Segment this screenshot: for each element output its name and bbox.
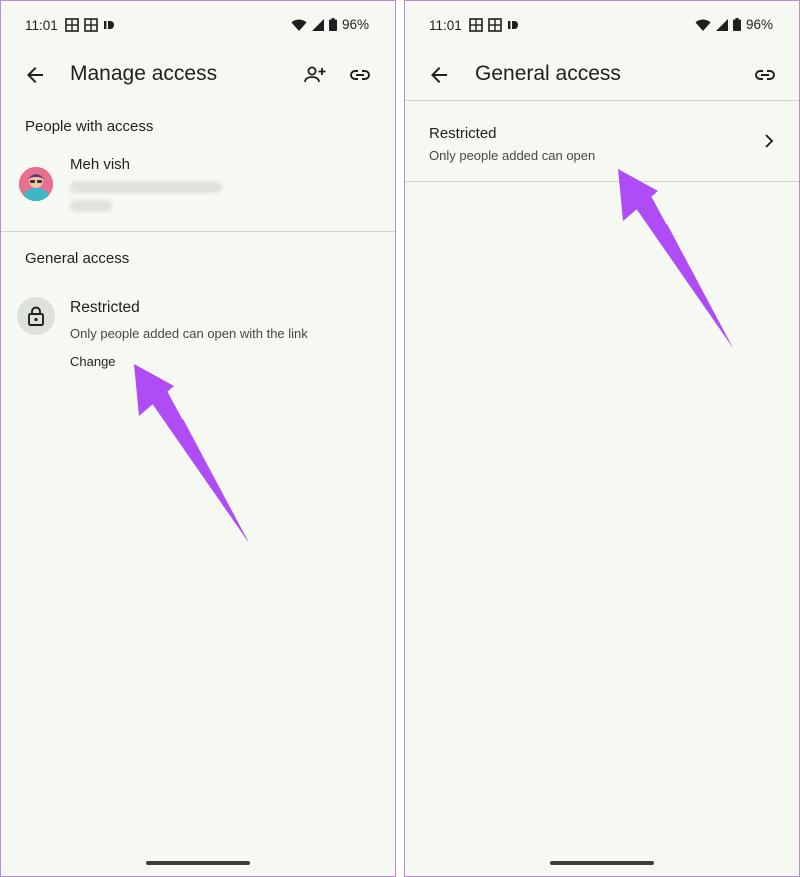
notification-grid-icon [488, 18, 502, 32]
status-bar: 11:01 96% [1, 1, 395, 47]
access-level-description: Only people added can open with the link [70, 326, 308, 341]
notification-app-icon [104, 21, 114, 29]
lock-icon [28, 306, 44, 326]
top-app-bar: Manage access [1, 49, 395, 101]
avatar [19, 167, 53, 201]
wifi-icon [695, 19, 711, 31]
copy-link-button[interactable] [346, 61, 374, 89]
notification-grid-icon [65, 18, 79, 32]
add-person-icon [304, 66, 326, 83]
back-arrow-icon[interactable] [427, 63, 451, 87]
link-icon [350, 70, 370, 80]
lock-badge [17, 297, 55, 335]
copy-link-button[interactable] [751, 61, 779, 89]
annotation-arrow [618, 169, 733, 348]
manage-access-screen: 11:01 96% Manage access People with acce… [0, 0, 396, 877]
status-time: 11:01 [25, 18, 58, 33]
section-divider [1, 231, 395, 232]
link-icon [755, 70, 775, 80]
top-app-bar: General access [405, 49, 799, 101]
chevron-right-icon [765, 134, 774, 148]
change-access-button[interactable]: Change [70, 354, 116, 369]
system-icons: 96% [695, 17, 773, 32]
add-person-button[interactable] [301, 61, 329, 89]
page-title: General access [475, 62, 621, 85]
battery-percent: 96% [341, 17, 369, 32]
gesture-nav-bar[interactable] [146, 861, 250, 865]
access-level-title: Restricted [70, 299, 140, 316]
notification-grid-icon [469, 18, 483, 32]
general-access-screen: 11:01 96% General access Restricted Only… [404, 0, 800, 877]
annotation-arrow [134, 364, 249, 543]
general-access-heading: General access [25, 250, 130, 267]
battery-icon [328, 18, 337, 31]
wifi-icon [291, 19, 307, 31]
battery-icon [732, 18, 741, 31]
appbar-divider [405, 100, 799, 101]
notification-grid-icon [84, 18, 98, 32]
status-time: 11:01 [429, 18, 462, 33]
option-description: Only people added can open [429, 148, 596, 163]
system-icons: 96% [291, 17, 369, 32]
battery-percent: 96% [745, 17, 773, 32]
notification-app-icon [508, 21, 518, 29]
page-title: Manage access [70, 62, 218, 85]
redacted-email [70, 181, 222, 193]
notification-icons [469, 18, 519, 32]
notification-icons [65, 18, 115, 32]
signal-icon [715, 18, 728, 31]
option-title: Restricted [429, 125, 497, 142]
signal-icon [311, 18, 324, 31]
person-name: Meh vish [70, 156, 131, 173]
section-divider [405, 181, 799, 182]
back-arrow-icon[interactable] [23, 63, 47, 87]
gesture-nav-bar[interactable] [550, 861, 654, 865]
status-bar: 11:01 96% [405, 1, 799, 47]
people-with-access-heading: People with access [25, 118, 154, 135]
redacted-role [70, 200, 112, 212]
